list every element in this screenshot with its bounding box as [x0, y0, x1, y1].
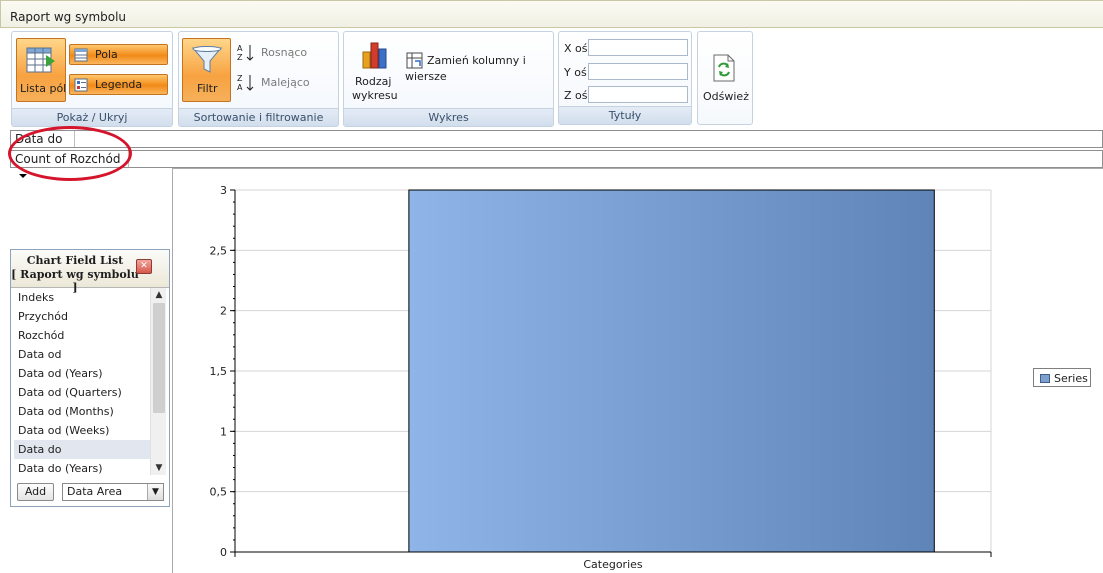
list-item[interactable]: Przychód [14, 307, 150, 326]
chart-type-label-line2: wykresu [352, 89, 398, 102]
y-tick-label: 0,5 [210, 486, 228, 499]
chart-type-button[interactable]: Rodzaj wykresu [348, 38, 400, 102]
list-item[interactable]: Data do [14, 440, 150, 459]
y-tick-label: 2 [220, 305, 227, 318]
y-axis-label: Y oś [564, 66, 587, 79]
area-select-value: Data Area [67, 485, 123, 498]
group-sort-filter-label: Sortowanie i filtrowanie [179, 108, 338, 126]
group-chart-label: Wykres [344, 108, 553, 126]
list-item[interactable]: Indeks [14, 288, 150, 307]
legend-series-label: Series [1054, 372, 1088, 385]
panel-title-line1: Chart Field List [26, 254, 124, 267]
swap-label-line2: wiersze [405, 70, 447, 83]
sort-descending-label: Malejąco [261, 76, 310, 89]
list-item[interactable]: Rozchód [14, 326, 150, 345]
svg-text:A: A [237, 83, 243, 92]
x-axis-title-input[interactable] [588, 39, 688, 56]
chevron-down-icon: ▼ [147, 484, 163, 500]
z-axis-label: Z oś [564, 89, 588, 102]
sort-ascending-icon: A Z [237, 44, 254, 62]
fields-button[interactable]: Pola [69, 44, 168, 65]
swap-rows-columns-icon [406, 52, 423, 69]
group-chart: Rodzaj wykresu Zamień kolumny i wiersze … [343, 31, 554, 127]
refresh-button[interactable]: Odśwież [697, 31, 753, 125]
refresh-icon [713, 54, 735, 82]
swap-label-line1: Zamień kolumny i [427, 54, 526, 67]
sort-ascending-label: Rosnąco [261, 46, 308, 59]
area-select[interactable]: Data Area ▼ [62, 483, 164, 501]
panel-header: Chart Field List [ Raport wg symbolu ] ✕ [11, 250, 169, 294]
group-sort-filter: Filtr A Z Rosnąco Z A Malejąco Sortowani… [178, 31, 339, 127]
group-show-hide: Lista pól Pola Legenda Pokaż / Ukryj [11, 31, 173, 127]
legend-button[interactable]: Legenda [69, 74, 168, 95]
field-list-button[interactable]: Lista pól [16, 38, 66, 102]
list-item[interactable]: Data od (Quarters) [14, 383, 150, 402]
sort-descending-button[interactable]: Z A Malejąco [235, 73, 335, 93]
y-tick-label: 3 [220, 184, 227, 197]
x-category-label: Categories [583, 558, 643, 571]
y-axis-title-input[interactable] [588, 63, 688, 80]
x-axis-label: X oś [564, 42, 588, 55]
app-window: Raport wg symbolu Lista pól Pola Legenda… [0, 0, 1103, 573]
chart-type-icon [362, 42, 387, 69]
list-item[interactable]: Data do (Years) [14, 459, 150, 475]
scroll-thumb[interactable] [153, 303, 165, 413]
data-field-row: Count of Rozchód [10, 150, 1103, 178]
list-item[interactable]: Data od (Weeks) [14, 421, 150, 440]
list-item[interactable]: Data od (Years) [14, 364, 150, 383]
y-tick-label: 2,5 [210, 244, 228, 257]
group-titles: X oś Y oś Z oś Tytuły [558, 31, 692, 125]
field-list-scrollbar[interactable]: ▲ ▼ [150, 288, 166, 475]
filter-button[interactable]: Filtr [182, 38, 231, 102]
fields-icon [74, 48, 88, 62]
chevron-down-icon [19, 173, 27, 178]
ribbon: Lista pól Pola Legenda Pokaż / Ukryj Fil… [0, 28, 1103, 130]
svg-text:A: A [237, 44, 243, 53]
legend-label: Legenda [95, 78, 143, 91]
chart-area: 0 0,5 1 1,5 2 2,5 3 Categories [172, 168, 1103, 573]
scroll-up-icon[interactable]: ▲ [151, 288, 167, 302]
z-axis-title-input[interactable] [588, 86, 688, 103]
list-item[interactable]: Data od [14, 345, 150, 364]
filter-field-row: Data do [10, 130, 1103, 158]
chart-bar [408, 189, 935, 553]
swap-rows-columns-button[interactable]: Zamień kolumny i wiersze [404, 50, 550, 84]
chart-legend[interactable]: Series [1033, 368, 1091, 387]
annotation-ellipse [8, 126, 132, 181]
chart-type-label-line1: Rodzaj [355, 75, 392, 88]
scroll-down-icon[interactable]: ▼ [151, 461, 167, 475]
legend-icon [74, 78, 88, 92]
title-bar: Raport wg symbolu [0, 0, 1103, 28]
chart-bars [408, 189, 935, 553]
list-item[interactable]: Data od (Months) [14, 402, 150, 421]
legend-swatch [1040, 374, 1050, 383]
y-tick-label: 0 [220, 546, 227, 559]
y-tick-label: 1,5 [210, 365, 228, 378]
field-list: Indeks Przychód Rozchód Data od Data od (Yea… [14, 288, 150, 475]
field-list-label: Lista pól [20, 82, 67, 95]
refresh-label: Odśwież [703, 90, 749, 103]
svg-text:Z: Z [237, 53, 243, 62]
group-titles-label: Tytuły [559, 106, 691, 124]
field-list-icon [26, 47, 55, 73]
filter-label: Filtr [197, 82, 218, 95]
bar-chart: 0 0,5 1 1,5 2 2,5 3 Categories [210, 184, 992, 571]
svg-text:Z: Z [237, 74, 243, 83]
filter-icon [191, 46, 223, 73]
window-title: Raport wg symbolu [10, 10, 127, 24]
chart-field-list-panel: Chart Field List [ Raport wg symbolu ] ✕… [10, 249, 170, 507]
fields-label: Pola [95, 48, 118, 61]
y-tick-label: 1 [220, 425, 227, 438]
close-icon[interactable]: ✕ [136, 259, 152, 274]
sort-ascending-button[interactable]: A Z Rosnąco [235, 43, 335, 63]
group-show-hide-label: Pokaż / Ukryj [12, 108, 172, 126]
sort-descending-icon: Z A [237, 74, 254, 92]
add-button[interactable]: Add [17, 483, 54, 501]
